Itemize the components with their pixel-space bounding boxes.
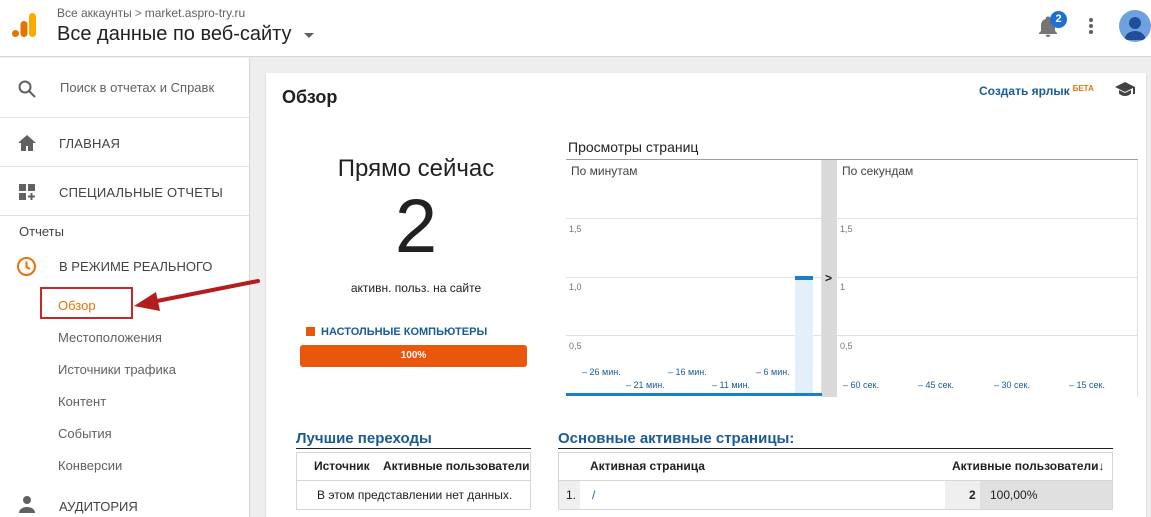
device-share-label: 100% — [400, 350, 427, 361]
sidebar-item-audience[interactable]: АУДИТОРИЯ — [0, 490, 249, 517]
empty-message: В этом представлении нет данных. — [317, 488, 513, 502]
gridline — [566, 218, 822, 219]
top-header: Все аккаунты > market.aspro-try.ru Все дан… — [0, 0, 1151, 57]
page-title: Обзор — [282, 87, 338, 107]
breadcrumb-root[interactable]: Все аккаунты — [57, 6, 132, 20]
x-tick-label: – 26 мин. — [582, 367, 621, 377]
sidebar-section-reports: Отчеты — [19, 224, 64, 239]
gridline — [837, 335, 1138, 336]
annotation-highlight-box — [40, 287, 133, 319]
sidebar-search[interactable]: Поиск в отчетах и Справк — [0, 58, 249, 118]
search-input[interactable]: Поиск в отчетах и Справк — [60, 80, 220, 95]
x-tick-label: – 30 сек. — [994, 380, 1030, 390]
annotation-arrow-icon — [134, 279, 260, 311]
y-tick-label: 1,0 — [569, 282, 582, 292]
view-selector[interactable]: Все данные по веб-сайту — [57, 23, 292, 46]
clock-icon — [17, 257, 36, 276]
right-now-title: Прямо сейчас — [337, 155, 495, 182]
gridline — [566, 277, 822, 278]
sidebar-item-custom-reports[interactable]: СПЕЦИАЛЬНЫЕ ОТЧЕТЫ — [0, 167, 249, 216]
sidebar-subitem-content[interactable]: Контент — [58, 394, 106, 409]
shortcut-label[interactable]: Создать ярлык — [979, 84, 1070, 98]
person-icon — [19, 496, 35, 513]
per-second-label: По секундам — [842, 164, 914, 178]
x-tick-label: – 21 мин. — [626, 380, 665, 390]
breadcrumb[interactable]: Все аккаунты > market.aspro-try.ru — [57, 6, 245, 20]
sidebar-subitem-locations[interactable]: Местоположения — [58, 330, 162, 345]
active-users-count: 2 — [394, 184, 438, 269]
sort-arrow-icon[interactable]: ↓ — [1099, 459, 1105, 473]
sidebar-item-label: СПЕЦИАЛЬНЫЕ ОТЧЕТЫ — [59, 185, 223, 200]
x-tick-label: – 15 сек. — [1069, 380, 1105, 390]
col-header-active-page[interactable]: Активная страница — [590, 459, 705, 473]
per-minute-chart: По минутам 1,5 1,0 0,5 – 26 мин. – 16 ми… — [566, 160, 822, 397]
avatar-icon[interactable] — [1119, 10, 1151, 42]
device-legend: НАСТОЛЬНЫЕ КОМПЬЮТЕРЫ — [306, 326, 487, 338]
main-card: Обзор Создать ярлык БЕТА Прямо сейчас 2 а… — [266, 73, 1146, 517]
gridline — [566, 335, 822, 336]
col-header-source[interactable]: Источник — [314, 459, 370, 473]
sidebar-item-home[interactable]: ГЛАВНАЯ — [0, 118, 249, 167]
create-shortcut-link[interactable]: Создать ярлык БЕТА — [979, 84, 1094, 98]
x-tick-label: – 11 мин. — [712, 380, 751, 390]
y-tick-label: 1,5 — [569, 224, 582, 234]
beta-badge: БЕТА — [1072, 84, 1094, 93]
col-header-active-users-sorted[interactable]: Активные пользователи↓ — [952, 459, 1105, 473]
sidebar-subitem-conversions[interactable]: Конверсии — [58, 458, 122, 473]
y-tick-label: 0,5 — [840, 341, 853, 351]
graduation-cap-icon[interactable] — [1114, 81, 1136, 97]
y-tick-label: 1 — [840, 282, 846, 292]
row-page-link[interactable]: / — [592, 488, 595, 502]
col-header-active-users[interactable]: Активные пользователи — [383, 459, 530, 473]
sidebar-item-label: АУДИТОРИЯ — [59, 499, 138, 514]
per-second-chart: По секундам 1,5 1 0,5 – 60 сек. – 45 сек… — [837, 160, 1138, 397]
current-minute-bar — [795, 277, 813, 394]
breadcrumb-separator: > — [134, 6, 142, 20]
sidebar-subitem-traffic-sources[interactable]: Источники трафика — [58, 362, 176, 377]
x-tick-label: – 60 сек. — [843, 380, 879, 390]
top-referrals-title: Лучшие переходы — [296, 430, 432, 447]
sidebar-subitem-events[interactable]: События — [58, 426, 112, 441]
active-users-caption: активн. польз. на сайте — [350, 281, 482, 295]
x-tick-label: – 16 мин. — [668, 367, 707, 377]
y-tick-label: 1,5 — [840, 224, 853, 234]
device-share-bar: 100% — [300, 345, 527, 367]
gridline — [837, 277, 1138, 278]
row-active-count: 2 — [969, 488, 976, 502]
analytics-logo-icon[interactable] — [11, 12, 37, 38]
notification-badge[interactable]: 2 — [1050, 11, 1067, 28]
top-referrals-rule — [296, 448, 531, 449]
per-minute-baseline — [566, 393, 822, 396]
x-tick-label: – 6 мин. — [756, 367, 790, 377]
x-tick-label: – 45 сек. — [918, 380, 954, 390]
current-minute-bar-value — [795, 276, 813, 280]
device-legend-swatch — [306, 327, 315, 336]
more-vert-icon[interactable] — [1084, 15, 1098, 37]
breadcrumb-site[interactable]: market.aspro-try.ru — [145, 6, 245, 20]
sidebar-item-label: ГЛАВНАЯ — [59, 136, 121, 151]
home-icon — [18, 135, 36, 151]
top-pages-title: Основные активные страницы: — [558, 430, 795, 447]
dashboard-add-icon — [19, 184, 35, 200]
view-dropdown-caret-icon[interactable] — [304, 33, 314, 38]
gridline — [837, 218, 1138, 219]
top-pages-rule — [558, 448, 1113, 449]
pageviews-title: Просмотры страниц — [568, 139, 699, 155]
device-legend-label: НАСТОЛЬНЫЕ КОМПЬЮТЕРЫ — [321, 326, 488, 338]
per-minute-label: По минутам — [571, 164, 638, 178]
col-header-label[interactable]: Активные пользователи — [952, 459, 1099, 473]
chevron-right-icon[interactable]: > — [825, 271, 832, 285]
sidebar-item-label: В РЕЖИМЕ РЕАЛЬНОГО — [59, 259, 213, 274]
row-index: 1. — [566, 488, 577, 502]
row-active-percent: 100,00% — [990, 488, 1038, 502]
search-icon — [18, 80, 36, 98]
y-tick-label: 0,5 — [569, 341, 582, 351]
